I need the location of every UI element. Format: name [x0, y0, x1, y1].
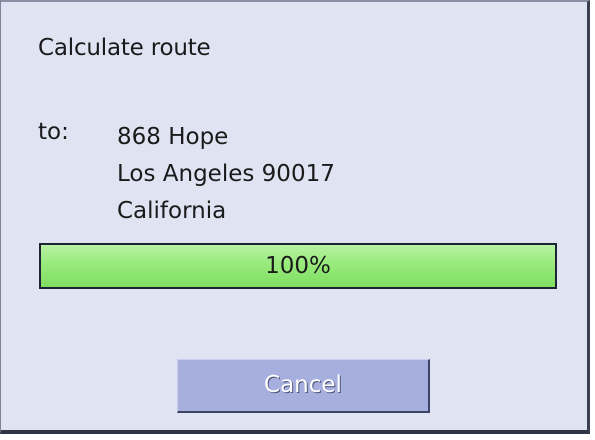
calculate-route-dialog: Calculate route to: 868 Hope Los Angeles…	[0, 0, 590, 434]
route-progress-bar: 100%	[39, 243, 557, 289]
address-street: 868 Hope	[117, 124, 229, 150]
cancel-button[interactable]: Cancel	[177, 359, 430, 413]
address-city-zip: Los Angeles 90017	[117, 161, 335, 187]
address-state: California	[117, 198, 227, 224]
destination-label: to:	[38, 119, 69, 145]
progress-percent: 100%	[265, 253, 331, 279]
dialog-title: Calculate route	[38, 35, 211, 61]
destination-address: 868 Hope Los Angeles 90017 California	[117, 119, 335, 230]
